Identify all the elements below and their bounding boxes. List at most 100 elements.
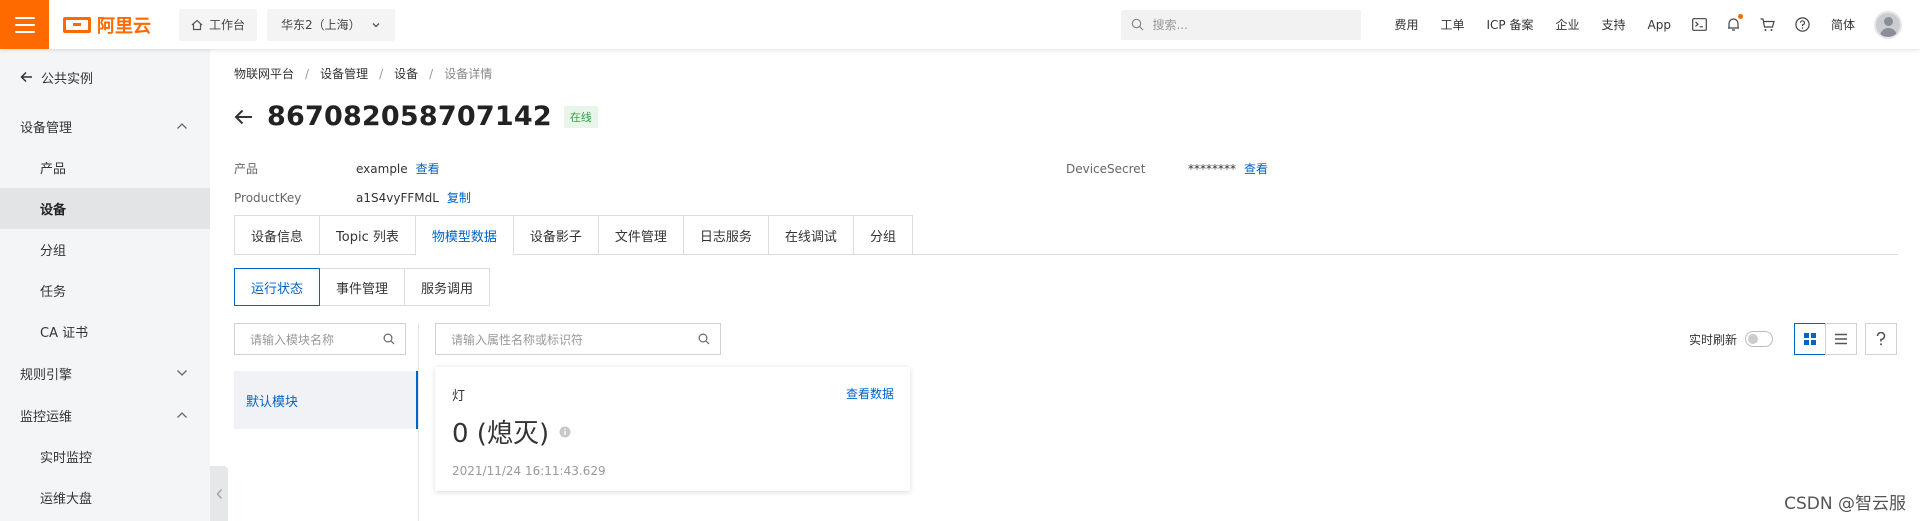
sidebar-item-ops-dashboard[interactable]: 运维大盘 [0,477,210,518]
sub-tabs: 运行状态 事件管理 服务调用 [234,268,491,306]
search-icon [698,333,710,345]
view-devicesecret-link[interactable]: 查看 [1244,160,1268,177]
copy-productkey-link[interactable]: 复制 [447,189,471,206]
sidebar-item-realtime-monitor[interactable]: 实时监控 [0,436,210,477]
user-avatar[interactable] [1874,10,1902,39]
info-row-devicesecret: DeviceSecret ******** 查看 [1066,154,1268,183]
chevron-down-icon [372,22,380,27]
product-label: 产品 [234,162,259,176]
tab-device-info[interactable]: 设备信息 [234,215,320,255]
list-view-button[interactable] [1825,323,1857,355]
link-app[interactable]: App [1648,18,1671,32]
link-tickets[interactable]: 工单 [1441,16,1465,33]
sidebar-item-device[interactable]: 设备 [0,188,210,229]
back-to-instances[interactable]: 公共实例 [0,49,210,105]
property-card: 灯 查看数据 0 (熄灭) 2021/11/24 16:11:43.629 [435,367,910,491]
detail-tabs: 设备信息 Topic 列表 物模型数据 设备影子 文件管理 日志服务 在线调试 … [234,215,1898,256]
module-search-placeholder: 请输入模块名称 [250,332,335,347]
status-badge: 在线 [563,105,598,128]
breadcrumb-device-detail: 设备详情 [444,67,493,81]
breadcrumb-device-management[interactable]: 设备管理 [320,65,368,82]
link-icp[interactable]: ICP 备案 [1487,16,1534,33]
back-arrow-icon[interactable] [234,109,253,125]
sidebar-group-rule-engine[interactable]: 规则引擎 [0,352,210,394]
csdn-watermark: CSDN @智云服 [1784,494,1906,514]
help-icon[interactable] [1795,17,1810,32]
module-search-input[interactable]: 请输入模块名称 [234,323,406,355]
search-placeholder: 搜索... [1152,18,1188,32]
view-data-link[interactable]: 查看数据 [846,385,894,402]
info-icon[interactable] [559,426,571,438]
subtab-service-invocation[interactable]: 服务调用 [404,268,491,306]
subtab-event-management[interactable]: 事件管理 [320,268,405,306]
breadcrumb-iot-platform[interactable]: 物联网平台 [234,65,294,82]
grid-view-button[interactable] [1794,323,1826,355]
page-header: 867082058707142 在线 [234,101,598,132]
tab-log-service[interactable]: 日志服务 [682,215,768,255]
menu-button[interactable] [0,0,49,49]
module-item-default[interactable]: 默认模块 [234,371,418,429]
link-enterprise[interactable]: 企业 [1556,16,1580,33]
top-bar: 阿里云 工作台 华东2（上海） 搜索... 费用 工单 ICP 备案 企业 支持… [0,0,1920,49]
tab-thing-model-data[interactable]: 物模型数据 [414,215,513,256]
chevron-up-icon [177,123,187,129]
terminal-icon[interactable] [1692,18,1707,31]
breadcrumb-device[interactable]: 设备 [394,65,418,82]
link-billing[interactable]: 费用 [1394,16,1418,33]
tab-device-shadow[interactable]: 设备影子 [512,215,598,255]
property-timestamp: 2021/11/24 16:11:43.629 [452,464,606,478]
help-button[interactable] [1865,323,1897,355]
breadcrumb-separator: / [429,66,434,81]
tab-file-management[interactable]: 文件管理 [597,215,683,255]
top-links: 费用 工单 ICP 备案 企业 支持 App 简体 [1383,10,1902,39]
property-value-text: 0 (熄灭) [452,419,550,449]
sidebar-group-monitoring[interactable]: 监控运维 [0,394,210,436]
sidebar-item-task[interactable]: 任务 [0,270,210,311]
breadcrumb-separator: / [379,66,384,81]
chevron-up-icon [177,412,187,418]
search-icon [383,333,395,345]
tab-groups[interactable]: 分组 [852,215,913,255]
tab-online-debug[interactable]: 在线调试 [767,215,853,255]
cart-icon[interactable] [1760,17,1775,32]
sidebar-group-device-management[interactable]: 设备管理 [0,105,210,147]
view-product-link[interactable]: 查看 [416,160,440,177]
region-selector[interactable]: 华东2（上海） [267,8,395,41]
sidebar-item-ca-cert[interactable]: CA 证书 [0,311,210,352]
workbench-label: 工作台 [209,18,246,32]
global-search-input[interactable]: 搜索... [1121,9,1362,40]
notification-dot [1737,14,1743,19]
brand-name: 阿里云 [97,15,151,37]
main-content: 物联网平台 / 设备管理 / 设备 / 设备详情 867082058707142… [234,49,1920,521]
devicesecret-value: ******** [1188,161,1236,176]
link-support[interactable]: 支持 [1602,16,1626,33]
workbench-button[interactable]: 工作台 [179,8,258,41]
breadcrumb-separator: / [305,66,310,81]
property-search-placeholder: 请输入属性名称或标识符 [451,332,584,347]
brand-logo[interactable]: 阿里云 [63,12,151,38]
back-label: 公共实例 [41,71,94,87]
realtime-refresh-label: 实时刷新 [1689,332,1738,347]
subtab-runtime-status[interactable]: 运行状态 [234,268,321,306]
sidebar-item-group[interactable]: 分组 [0,229,210,270]
home-icon [191,19,203,30]
property-name: 灯 [452,389,466,404]
productkey-label: ProductKey [234,190,302,205]
module-list: 默认模块 [234,371,418,429]
hamburger-icon [14,16,35,33]
property-value: 0 (熄灭) [452,413,571,450]
sidebar-collapse-button[interactable] [210,466,228,521]
chevron-down-icon [177,370,187,376]
realtime-refresh-toggle[interactable] [1745,331,1774,347]
productkey-value: a1S4vyFFMdL [356,190,439,205]
language-switch[interactable]: 简体 [1831,16,1855,33]
bell-icon[interactable] [1727,14,1743,32]
sidebar-item-product[interactable]: 产品 [0,147,210,188]
sidebar: 公共实例 设备管理 产品 设备 分组 任务 CA 证书 规则引擎 监控运维 实时… [0,49,210,521]
grid-icon [1804,333,1816,345]
info-row-productkey: ProductKey a1S4vyFFMdL 复制 [234,183,471,212]
page-title: 867082058707142 [267,101,552,132]
tab-topic-list[interactable]: Topic 列表 [319,215,415,255]
question-icon [1876,332,1886,346]
property-search-input[interactable]: 请输入属性名称或标识符 [435,323,721,355]
